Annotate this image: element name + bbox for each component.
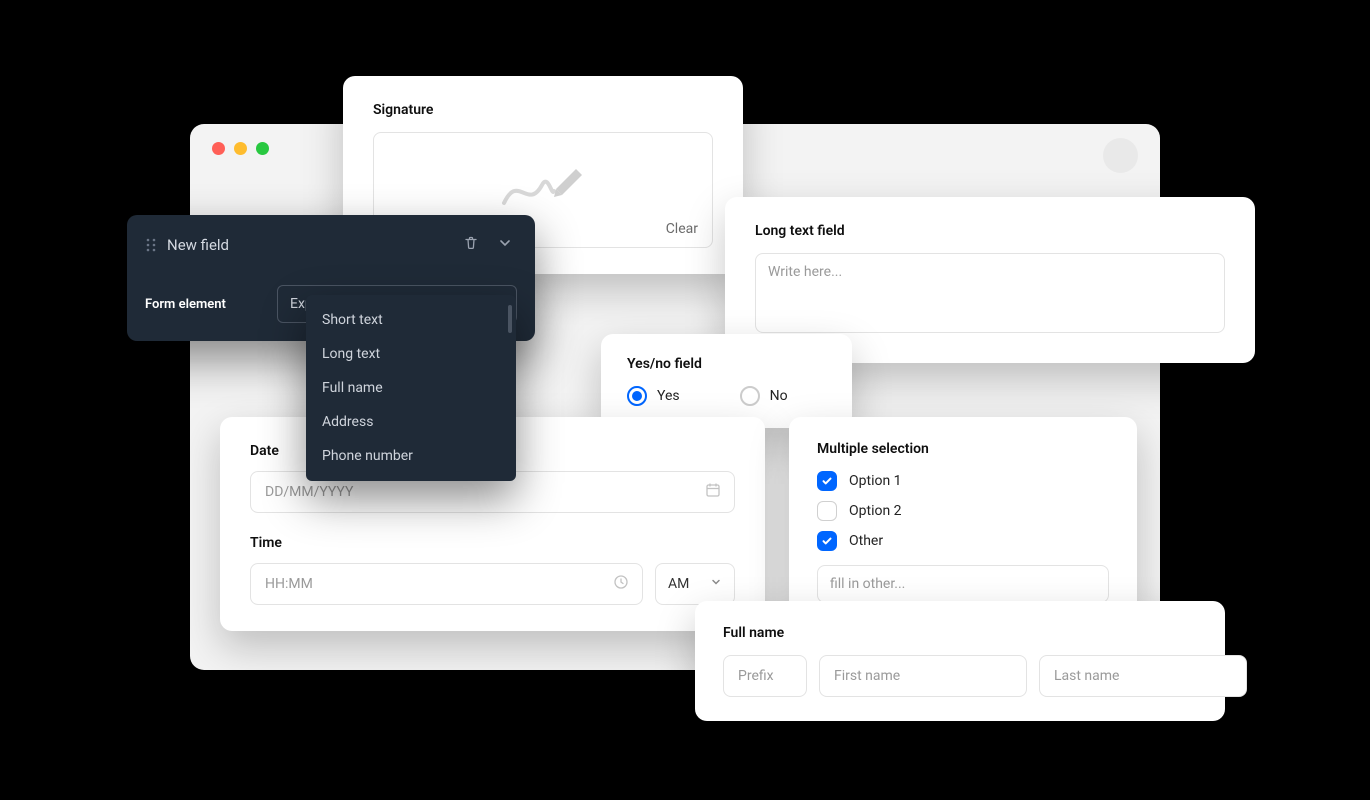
- checkbox-option-other[interactable]: Other: [817, 531, 1109, 551]
- window-traffic-lights: [212, 142, 269, 155]
- signature-title: Signature: [373, 102, 713, 118]
- chevron-down-icon: [497, 240, 513, 255]
- ampm-select[interactable]: AM: [655, 563, 735, 605]
- checkbox-unchecked-icon: [817, 501, 837, 521]
- fullname-title: Full name: [723, 625, 1197, 641]
- ampm-value: AM: [668, 576, 689, 592]
- form-element-label: Form element: [145, 297, 263, 312]
- dropdown-option-address[interactable]: Address: [306, 405, 516, 439]
- chevron-down-icon: [710, 576, 722, 592]
- time-input[interactable]: [250, 563, 643, 605]
- collapse-button[interactable]: [493, 231, 517, 259]
- drag-handle-icon[interactable]: [145, 237, 157, 253]
- calendar-icon: [705, 482, 721, 502]
- radio-checked-icon: [627, 386, 647, 406]
- window-minimize-dot[interactable]: [234, 142, 247, 155]
- prefix-input[interactable]: [723, 655, 807, 697]
- clock-icon: [613, 574, 629, 594]
- time-label: Time: [250, 535, 735, 551]
- long-text-input[interactable]: [755, 253, 1225, 333]
- radio-unchecked-icon: [740, 386, 760, 406]
- yesno-yes-label: Yes: [657, 388, 680, 404]
- dropdown-option-full-name[interactable]: Full name: [306, 371, 516, 405]
- yesno-no-label: No: [770, 388, 788, 404]
- dropdown-option-phone-number[interactable]: Phone number: [306, 439, 516, 473]
- checkbox-checked-icon: [817, 471, 837, 491]
- checkbox-option-1-label: Option 1: [849, 473, 902, 489]
- dropdown-option-short-text[interactable]: Short text: [306, 303, 516, 337]
- window-close-dot[interactable]: [212, 142, 225, 155]
- dropdown-option-long-text[interactable]: Long text: [306, 337, 516, 371]
- yesno-card: Yes/no field Yes No: [601, 334, 852, 428]
- checkbox-option-other-label: Other: [849, 533, 883, 549]
- checkbox-option-1[interactable]: Option 1: [817, 471, 1109, 491]
- first-name-input[interactable]: [819, 655, 1027, 697]
- multiple-selection-card: Multiple selection Option 1 Option 2 Oth…: [789, 417, 1137, 627]
- last-name-input[interactable]: [1039, 655, 1247, 697]
- form-element-dropdown: Short text Long text Full name Address P…: [306, 295, 516, 481]
- trash-icon: [463, 240, 479, 255]
- multiple-selection-title: Multiple selection: [817, 441, 1109, 457]
- checkbox-option-2[interactable]: Option 2: [817, 501, 1109, 521]
- yesno-no-option[interactable]: No: [740, 386, 788, 406]
- long-text-title: Long text field: [755, 223, 1225, 239]
- delete-button[interactable]: [459, 231, 483, 259]
- scrollbar-thumb[interactable]: [508, 305, 512, 333]
- fullname-card: Full name: [695, 601, 1225, 721]
- user-avatar-placeholder: [1103, 138, 1138, 173]
- window-maximize-dot[interactable]: [256, 142, 269, 155]
- new-field-title: New field: [167, 236, 449, 254]
- other-input[interactable]: [817, 565, 1109, 603]
- yesno-title: Yes/no field: [627, 356, 826, 372]
- checkbox-checked-icon: [817, 531, 837, 551]
- signature-clear-button[interactable]: Clear: [666, 221, 698, 237]
- signature-icon: [498, 163, 588, 217]
- checkbox-option-2-label: Option 2: [849, 503, 902, 519]
- yesno-yes-option[interactable]: Yes: [627, 386, 680, 406]
